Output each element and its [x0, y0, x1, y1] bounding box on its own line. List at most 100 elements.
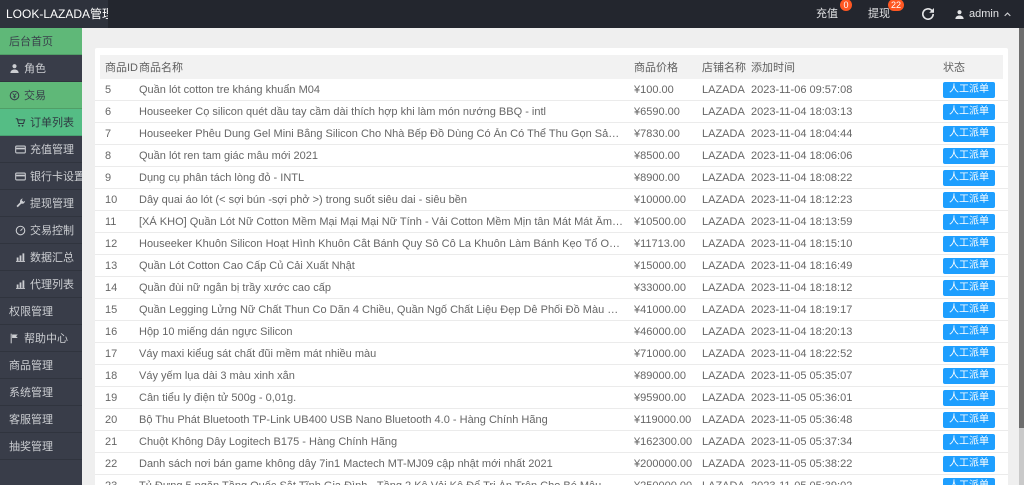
user-menu[interactable]: admin: [946, 8, 1024, 20]
scrollbar-thumb[interactable]: [1019, 28, 1024, 428]
cell-status: 人工派单: [943, 258, 998, 274]
sidebar-item-lottery-manage[interactable]: 抽奖管理: [0, 433, 82, 460]
cell-price: ¥46000.00: [634, 326, 702, 338]
sidebar-item-label: 帮助中心: [24, 330, 68, 346]
cell-status: 人工派单: [943, 456, 998, 472]
cell-name: Quần lót ren tam giác mẫu mới 2021: [139, 150, 634, 162]
sidebar-item-order-list[interactable]: 订单列表: [0, 109, 82, 136]
sidebar-item-home[interactable]: 后台首页: [0, 28, 82, 55]
sidebar-item-role[interactable]: 角色: [0, 55, 82, 82]
recharge-button[interactable]: 充值 0: [806, 0, 848, 28]
sidebar-item-withdraw-manage[interactable]: 提现管理: [0, 190, 82, 217]
cell-name: Quần đùi nữ ngắn bị trầy xước cao cấp: [139, 282, 634, 294]
refresh-button[interactable]: [910, 0, 946, 28]
cell-price: ¥8900.00: [634, 172, 702, 184]
cell-name: Váy maxi kiểug sát chất đũi mềm mát nhiề…: [139, 348, 634, 360]
cell-id: 9: [105, 172, 139, 184]
cell-id: 21: [105, 436, 139, 448]
cell-status: 人工派单: [943, 82, 998, 98]
dispatch-button[interactable]: 人工派单: [943, 478, 995, 485]
dispatch-button[interactable]: 人工派单: [943, 280, 995, 296]
cell-status: 人工派单: [943, 214, 998, 230]
table-row: 22 Danh sách nơi bán game không dây 7in1…: [95, 453, 1008, 475]
sidebar-item-label: 客服管理: [9, 411, 53, 427]
dispatch-button[interactable]: 人工派单: [943, 148, 995, 164]
cell-status: 人工派单: [943, 434, 998, 450]
table-row: 17 Váy maxi kiểug sát chất đũi mềm mát n…: [95, 343, 1008, 365]
cell-price: ¥100.00: [634, 84, 702, 96]
cell-status: 人工派单: [943, 148, 998, 164]
dispatch-button[interactable]: 人工派单: [943, 258, 995, 274]
sidebar-item-label: 订单列表: [30, 114, 74, 130]
dispatch-button[interactable]: 人工派单: [943, 82, 995, 98]
dispatch-button[interactable]: 人工派单: [943, 434, 995, 450]
cell-status: 人工派单: [943, 170, 998, 186]
dispatch-button[interactable]: 人工派单: [943, 192, 995, 208]
cell-name: Houseeker Cọ silicon quét dầu tay cầm dà…: [139, 106, 634, 118]
sidebar-item-help-center[interactable]: 帮助中心: [0, 325, 82, 352]
sidebar-item-label: 抽奖管理: [9, 438, 53, 454]
dispatch-button[interactable]: 人工派单: [943, 302, 995, 318]
cell-time: 2023-11-04 18:03:13: [751, 106, 943, 118]
sidebar-item-agent-list[interactable]: 代理列表: [0, 271, 82, 298]
dispatch-button[interactable]: 人工派单: [943, 368, 995, 384]
table-row: 14 Quần đùi nữ ngắn bị trầy xước cao cấp…: [95, 277, 1008, 299]
cell-id: 20: [105, 414, 139, 426]
sidebar-item-label: 权限管理: [9, 303, 53, 319]
sidebar-item-trade-control[interactable]: 交易控制: [0, 217, 82, 244]
cell-name: [XẢ KHO] Quần Lót Nữ Cotton Mềm Mại Mại …: [139, 216, 634, 228]
vertical-scrollbar[interactable]: [1019, 28, 1024, 485]
sidebar-item-data-summary[interactable]: 数据汇总: [0, 244, 82, 271]
username: admin: [969, 8, 999, 20]
table-row: 10 Dây quai áo lót (< sợi bún -sợi phở >…: [95, 189, 1008, 211]
sidebar-item-label: 交易控制: [30, 222, 74, 238]
dispatch-button[interactable]: 人工派单: [943, 346, 995, 362]
cell-status: 人工派单: [943, 324, 998, 340]
cell-store: LAZADA: [702, 436, 751, 448]
dispatch-button[interactable]: 人工派单: [943, 126, 995, 142]
cell-store: LAZADA: [702, 348, 751, 360]
cell-time: 2023-11-05 05:35:07: [751, 370, 943, 382]
cart-icon: [15, 117, 26, 128]
sidebar-item-label: 充值管理: [30, 141, 74, 157]
cell-store: LAZADA: [702, 216, 751, 228]
dispatch-button[interactable]: 人工派单: [943, 214, 995, 230]
cell-id: 11: [105, 216, 139, 228]
withdraw-badge: 22: [888, 0, 904, 11]
sidebar-item-permission[interactable]: 权限管理: [0, 298, 82, 325]
sidebar-item-trade[interactable]: 交易: [0, 82, 82, 109]
cell-status: 人工派单: [943, 126, 998, 142]
cell-store: LAZADA: [702, 194, 751, 206]
cell-price: ¥89000.00: [634, 370, 702, 382]
cell-name: Houseeker Khuôn Silicon Hoạt Hình Khuôn …: [139, 238, 634, 250]
withdraw-label: 提现: [868, 8, 890, 20]
cell-price: ¥119000.00: [634, 414, 702, 426]
dispatch-button[interactable]: 人工派单: [943, 456, 995, 472]
app-logo: LOOK-LAZADA管理后...: [0, 0, 108, 28]
sidebar-item-label: 商品管理: [9, 357, 53, 373]
cell-store: LAZADA: [702, 282, 751, 294]
sidebar-item-product-manage[interactable]: 商品管理: [0, 352, 82, 379]
sidebar-item-support-manage[interactable]: 客服管理: [0, 406, 82, 433]
dispatch-button[interactable]: 人工派单: [943, 104, 995, 120]
dispatch-button[interactable]: 人工派单: [943, 236, 995, 252]
dispatch-button[interactable]: 人工派单: [943, 324, 995, 340]
bar-chart-icon: [15, 252, 26, 263]
sidebar-item-bank-card[interactable]: 银行卡设置: [0, 163, 82, 190]
table-row: 19 Cân tiểu ly điện tử 500g - 0,01g. ¥95…: [95, 387, 1008, 409]
cell-id: 17: [105, 348, 139, 360]
table-row: 8 Quần lót ren tam giác mẫu mới 2021 ¥85…: [95, 145, 1008, 167]
cell-store: LAZADA: [702, 150, 751, 162]
withdraw-button[interactable]: 提现 22: [858, 0, 900, 28]
table-row: 7 Houseeker Phễu Dung Gel Mini Bằng Sili…: [95, 123, 1008, 145]
table-body: 5 Quần lót cotton tre kháng khuẩn M04 ¥1…: [95, 79, 1008, 485]
dispatch-button[interactable]: 人工派单: [943, 412, 995, 428]
cell-time: 2023-11-05 05:38:22: [751, 458, 943, 470]
cell-status: 人工派单: [943, 390, 998, 406]
sidebar-item-system-manage[interactable]: 系统管理: [0, 379, 82, 406]
dispatch-button[interactable]: 人工派单: [943, 390, 995, 406]
dispatch-button[interactable]: 人工派单: [943, 170, 995, 186]
cell-store: LAZADA: [702, 304, 751, 316]
sidebar-item-recharge-manage[interactable]: 充值管理: [0, 136, 82, 163]
cell-price: ¥33000.00: [634, 282, 702, 294]
